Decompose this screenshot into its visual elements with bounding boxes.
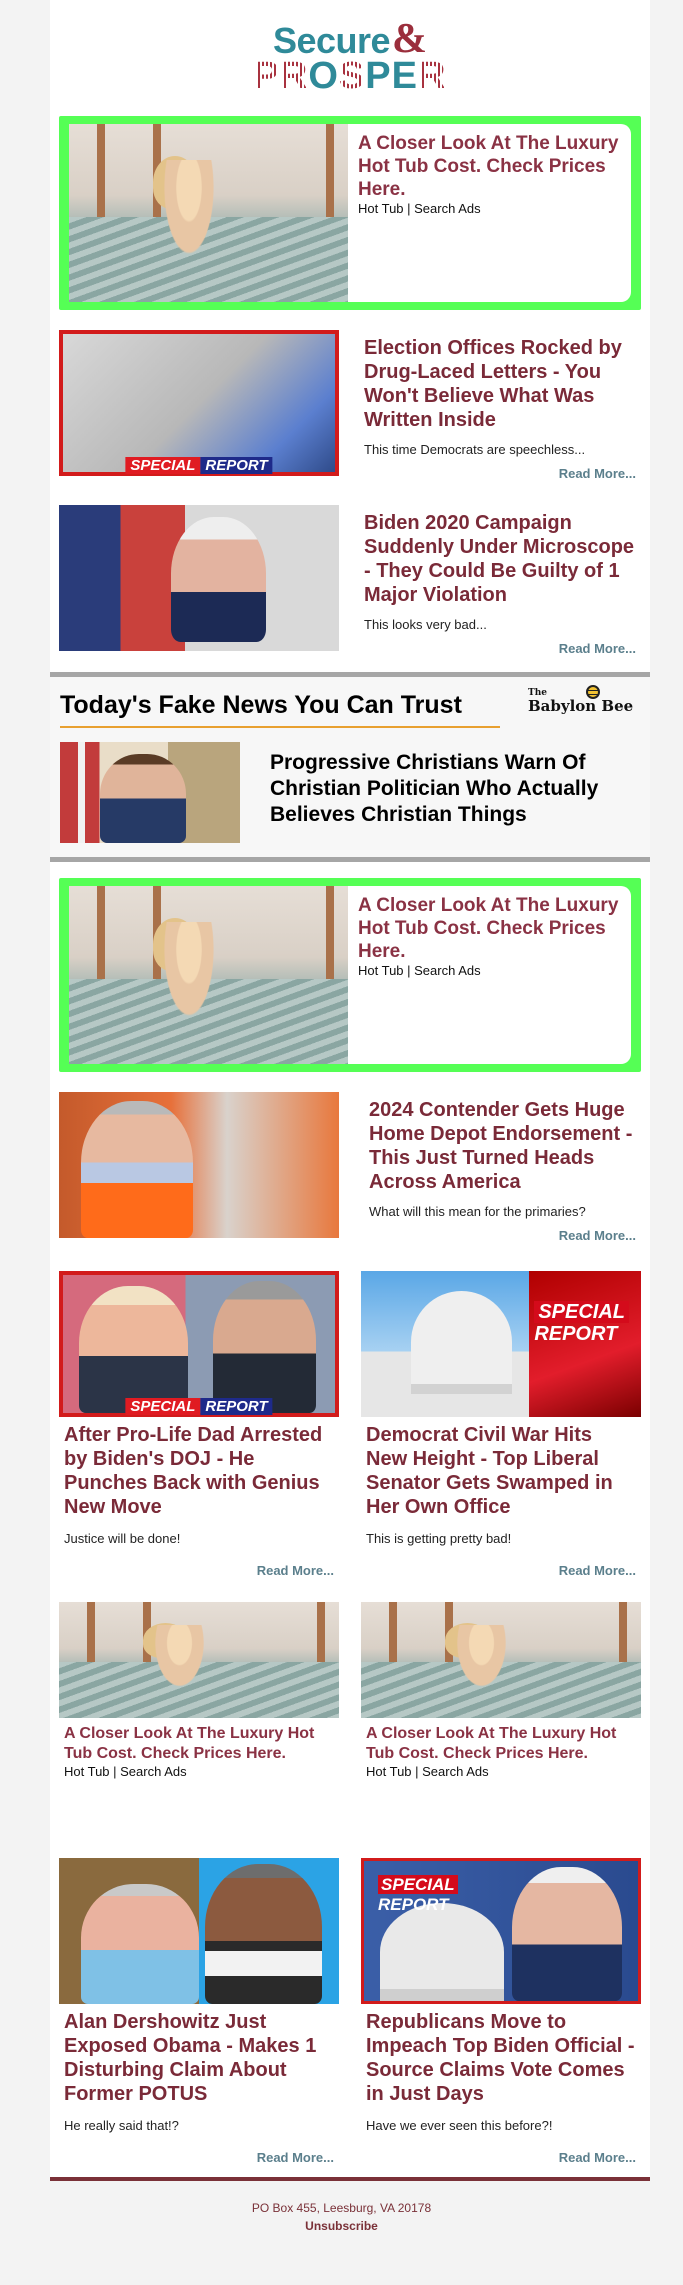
read-more-link[interactable]: Read More... <box>364 466 636 481</box>
ad-sponsor: Hot Tub | Search Ads <box>366 1764 489 1779</box>
article-title[interactable]: Election Offices Rocked by Drug-Laced Le… <box>364 336 636 432</box>
article-title[interactable]: Democrat Civil War Hits New Height - Top… <box>361 1417 641 1519</box>
ad-sponsor: Hot Tub | Search Ads <box>358 963 481 978</box>
article-teaser: Justice will be done! <box>64 1531 181 1546</box>
article-title[interactable]: Biden 2020 Campaign Suddenly Under Micro… <box>364 511 636 607</box>
babylon-bee-section: Today's Fake News You Can Trust The Baby… <box>50 672 650 862</box>
babylon-bee-logo[interactable]: The Babylon Bee <box>528 685 633 728</box>
article-teaser: What will this mean for the primaries? <box>369 1204 586 1219</box>
article-teaser: This is getting pretty bad! <box>366 1531 512 1546</box>
ad-sponsor: Hot Tub | Search Ads <box>64 1764 187 1779</box>
hot-tub-ad-image[interactable] <box>361 1602 641 1718</box>
article-teaser: This time Democrats are speechless... <box>364 442 586 457</box>
article-grid-row: SPECIAL REPORT After Pro-Life Dad Arrest… <box>59 1271 641 1578</box>
article-teaser: This looks very bad... <box>364 617 487 632</box>
article-image[interactable]: SPECIAL REPORT <box>361 1271 641 1417</box>
unsubscribe-link[interactable]: Unsubscribe <box>305 2217 378 2235</box>
article-image[interactable] <box>59 1092 339 1238</box>
article-title[interactable]: 2024 Contender Gets Huge Home Depot Endo… <box>369 1098 636 1194</box>
article-teaser: He really said that!? <box>64 2118 179 2133</box>
article-election-offices: SPECIAL REPORT Election Offices Rocked b… <box>59 330 641 481</box>
ad-grid-row: A Closer Look At The Luxury Hot Tub Cost… <box>59 1602 641 1780</box>
hot-tub-ad-text[interactable]: A Closer Look At The Luxury Hot Tub Cost… <box>348 124 631 302</box>
ad-title[interactable]: A Closer Look At The Luxury Hot Tub Cost… <box>358 894 623 963</box>
article-card: SPECIAL REPORT Republicans Move to Impeac… <box>361 1858 641 2165</box>
babylon-section-heading: Today's Fake News You Can Trust <box>60 691 462 719</box>
ad-title[interactable]: A Closer Look At The Luxury Hot Tub Cost… <box>361 1718 641 1764</box>
hot-tub-ad-card[interactable]: A Closer Look At The Luxury Hot Tub Cost… <box>361 1602 641 1780</box>
logo-secure-text: Secure <box>272 19 391 61</box>
read-more-link[interactable]: Read More... <box>361 2150 641 2165</box>
article-card: SPECIAL REPORT After Pro-Life Dad Arrest… <box>59 1271 339 1578</box>
article-image[interactable]: SPECIAL REPORT <box>59 330 339 476</box>
ad-title[interactable]: A Closer Look At The Luxury Hot Tub Cost… <box>59 1718 339 1764</box>
read-more-link[interactable]: Read More... <box>369 1228 636 1243</box>
babylon-article-image[interactable] <box>60 742 240 843</box>
footer-divider <box>50 2177 650 2181</box>
article-card: Alan Dershowitz Just Exposed Obama - Mak… <box>59 1858 339 2165</box>
hot-tub-ad-banner[interactable]: A Closer Look At The Luxury Hot Tub Cost… <box>59 116 641 310</box>
hot-tub-ad-text[interactable]: A Closer Look At The Luxury Hot Tub Cost… <box>348 886 631 1064</box>
special-report-badge: SPECIAL REPORT <box>534 1301 629 1345</box>
logo-prosper-text: P R O S P E R <box>253 54 447 97</box>
article-image[interactable]: SPECIAL REPORT <box>361 1858 641 2004</box>
article-teaser: Have we ever seen this before?! <box>366 2118 553 2133</box>
special-report-badge: SPECIAL REPORT <box>125 457 273 474</box>
article-image[interactable] <box>59 1858 339 2004</box>
article-home-depot: 2024 Contender Gets Huge Home Depot Endo… <box>59 1092 641 1243</box>
read-more-link[interactable]: Read More... <box>361 1563 641 1578</box>
bee-icon <box>586 685 600 699</box>
article-title[interactable]: After Pro-Life Dad Arrested by Biden's D… <box>59 1417 339 1519</box>
ad-sponsor: Hot Tub | Search Ads <box>358 201 481 216</box>
hot-tub-ad-image[interactable] <box>59 1602 339 1718</box>
hot-tub-ad-image[interactable] <box>69 124 348 302</box>
article-title[interactable]: Republicans Move to Impeach Top Biden Of… <box>361 2004 641 2106</box>
article-image[interactable]: SPECIAL REPORT <box>59 1271 339 1417</box>
article-biden-campaign: Biden 2020 Campaign Suddenly Under Micro… <box>59 505 641 656</box>
logo-ampersand: & <box>392 16 428 63</box>
article-title[interactable]: Alan Dershowitz Just Exposed Obama - Mak… <box>59 2004 339 2106</box>
article-grid-row: Alan Dershowitz Just Exposed Obama - Mak… <box>59 1858 641 2165</box>
mailing-address: PO Box 455, Leesburg, VA 20178 <box>251 2201 432 2215</box>
article-card: SPECIAL REPORT Democrat Civil War Hits Ne… <box>361 1271 641 1578</box>
babylon-article: Progressive Christians Warn Of Christian… <box>60 742 640 843</box>
special-report-badge: SPECIAL REPORT <box>125 1398 273 1415</box>
article-image[interactable] <box>59 505 339 651</box>
special-report-badge: SPECIAL REPORT <box>378 1875 458 1915</box>
ad-title[interactable]: A Closer Look At The Luxury Hot Tub Cost… <box>358 132 623 201</box>
babylon-article-title[interactable]: Progressive Christians Warn Of Christian… <box>240 742 640 843</box>
read-more-link[interactable]: Read More... <box>59 1563 339 1578</box>
hot-tub-ad-image[interactable] <box>69 886 348 1064</box>
read-more-link[interactable]: Read More... <box>59 2150 339 2165</box>
footer: PO Box 455, Leesburg, VA 20178 Unsubscri… <box>0 2181 683 2285</box>
email-container: Secure & P R O S P E R A Closer Look At … <box>50 0 650 2181</box>
hot-tub-ad-card[interactable]: A Closer Look At The Luxury Hot Tub Cost… <box>59 1602 339 1780</box>
hot-tub-ad-banner[interactable]: A Closer Look At The Luxury Hot Tub Cost… <box>59 878 641 1072</box>
read-more-link[interactable]: Read More... <box>364 641 636 656</box>
brand-logo[interactable]: Secure & P R O S P E R <box>50 0 650 110</box>
